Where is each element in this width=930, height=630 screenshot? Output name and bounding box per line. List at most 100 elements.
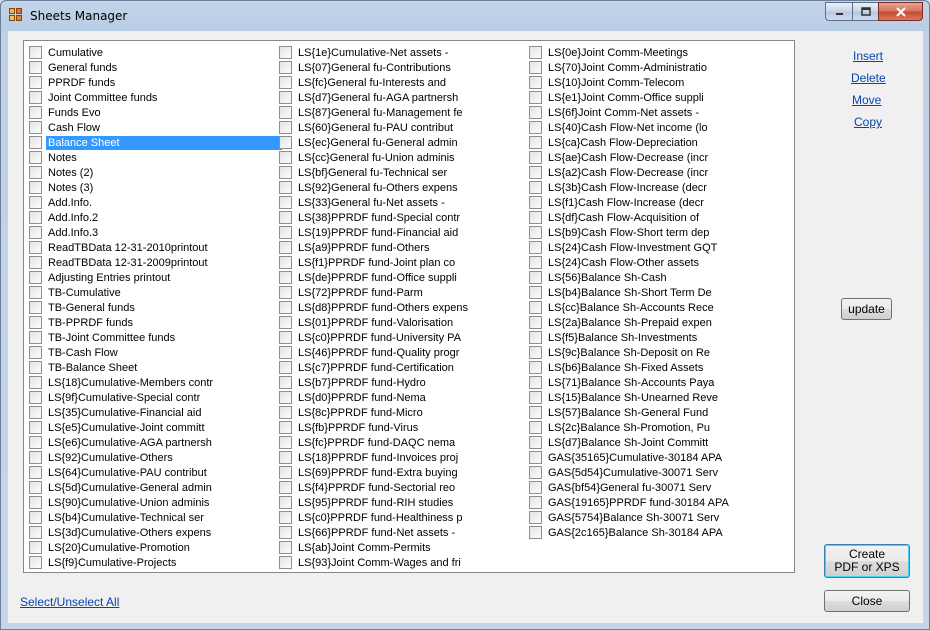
sheet-list-item[interactable]: LS{9f}Cumulative-Special contr (26, 390, 282, 405)
sheet-checkbox[interactable] (279, 241, 292, 254)
sheet-list-item[interactable]: LS{e5}Cumulative-Joint committ (26, 420, 282, 435)
sheet-list-item[interactable]: Add.Info. (26, 195, 282, 210)
sheet-checkbox[interactable] (529, 286, 542, 299)
sheet-list-item[interactable]: Funds Evo (26, 105, 282, 120)
sheet-checkbox[interactable] (29, 511, 42, 524)
sheet-checkbox[interactable] (279, 406, 292, 419)
sheet-list-item[interactable]: GAS{5754}Balance Sh-30071 Serv (526, 510, 731, 525)
sheet-checkbox[interactable] (529, 406, 542, 419)
sheet-list-item[interactable]: TB-Cash Flow (26, 345, 282, 360)
sheet-checkbox[interactable] (29, 301, 42, 314)
sheet-checkbox[interactable] (279, 511, 292, 524)
sheet-list-item[interactable]: ReadTBData 12-31-2009printout (26, 255, 282, 270)
sheet-checkbox[interactable] (279, 46, 292, 59)
sheet-checkbox[interactable] (279, 316, 292, 329)
sheet-checkbox[interactable] (529, 106, 542, 119)
sheet-checkbox[interactable] (279, 211, 292, 224)
move-link[interactable]: Move (852, 93, 881, 107)
sheet-checkbox[interactable] (29, 346, 42, 359)
select-unselect-all-link[interactable]: Select/Unselect All (20, 595, 119, 609)
sheet-list-item[interactable]: LS{b4}Balance Sh-Short Term De (526, 285, 731, 300)
sheet-checkbox[interactable] (29, 106, 42, 119)
sheet-list-item[interactable]: LS{b6}Balance Sh-Fixed Assets (526, 360, 731, 375)
sheet-checkbox[interactable] (29, 271, 42, 284)
sheet-list-item[interactable]: LS{c0}PPRDF fund-University PA (276, 330, 470, 345)
sheet-checkbox[interactable] (279, 271, 292, 284)
sheet-checkbox[interactable] (279, 136, 292, 149)
sheet-list-item[interactable]: LS{90}Cumulative-Union adminis (26, 495, 282, 510)
sheet-checkbox[interactable] (529, 226, 542, 239)
sheet-list-item[interactable]: LS{07}General fu-Contributions (276, 60, 470, 75)
sheet-checkbox[interactable] (29, 541, 42, 554)
sheet-list-item[interactable]: Notes (2) (26, 165, 282, 180)
sheet-checkbox[interactable] (529, 241, 542, 254)
sheet-checkbox[interactable] (529, 271, 542, 284)
sheet-list-item[interactable]: Add.Info.3 (26, 225, 282, 240)
sheet-list-item[interactable]: LS{15}Balance Sh-Unearned Reve (526, 390, 731, 405)
sheet-list-item[interactable]: LS{71}Balance Sh-Accounts Paya (526, 375, 731, 390)
create-pdf-button[interactable]: Create PDF or XPS (824, 544, 910, 578)
sheet-list-item[interactable]: LS{5d}Cumulative-General admin (26, 480, 282, 495)
delete-link[interactable]: Delete (851, 71, 886, 85)
sheet-list-item[interactable]: LS{fc}General fu-Interests and (276, 75, 470, 90)
sheet-list-item[interactable]: Notes (3) (26, 180, 282, 195)
close-button[interactable]: Close (824, 590, 910, 612)
sheet-list-item[interactable]: Add.Info.2 (26, 210, 282, 225)
sheet-list-item[interactable]: Joint Committee funds (26, 90, 282, 105)
sheet-list-item[interactable]: LS{ca}Cash Flow-Depreciation (526, 135, 731, 150)
sheet-checkbox[interactable] (529, 121, 542, 134)
sheet-checkbox[interactable] (29, 91, 42, 104)
sheet-list-item[interactable]: LS{46}PPRDF fund-Quality progr (276, 345, 470, 360)
close-window-button[interactable] (878, 2, 923, 21)
sheet-checkbox[interactable] (529, 376, 542, 389)
sheet-checkbox[interactable] (529, 316, 542, 329)
sheet-list-item[interactable]: LS{df}Cash Flow-Acquisition of (526, 210, 731, 225)
sheet-list-item[interactable]: LS{de}PPRDF fund-Office suppli (276, 270, 470, 285)
sheet-list-item[interactable]: PPRDF funds (26, 75, 282, 90)
sheet-list-item[interactable]: LS{f5}Balance Sh-Investments (526, 330, 731, 345)
sheet-list-item[interactable]: Notes (26, 150, 282, 165)
sheet-list-item[interactable]: LS{ab}Joint Comm-Permits (276, 540, 470, 555)
sheet-list-item[interactable]: LS{6f}Joint Comm-Net assets - (526, 105, 731, 120)
sheet-checkbox[interactable] (29, 466, 42, 479)
sheet-list-item[interactable]: LS{3b}Cash Flow-Increase (decr (526, 180, 731, 195)
sheet-checkbox[interactable] (279, 541, 292, 554)
sheet-list-item[interactable]: ReadTBData 12-31-2010printout (26, 240, 282, 255)
sheet-list-item[interactable]: LS{10}Joint Comm-Telecom (526, 75, 731, 90)
sheet-checkbox[interactable] (529, 151, 542, 164)
sheet-checkbox[interactable] (529, 91, 542, 104)
sheet-checkbox[interactable] (29, 181, 42, 194)
sheet-checkbox[interactable] (529, 301, 542, 314)
minimize-button[interactable] (825, 2, 852, 21)
sheet-list-item[interactable]: Cumulative (26, 45, 282, 60)
sheet-checkbox[interactable] (29, 496, 42, 509)
sheet-list-item[interactable]: LS{64}Cumulative-PAU contribut (26, 465, 282, 480)
sheet-list-item[interactable]: GAS{19165}PPRDF fund-30184 APA (526, 495, 731, 510)
sheet-list-item[interactable]: LS{fb}PPRDF fund-Virus (276, 420, 470, 435)
sheet-checkbox[interactable] (529, 391, 542, 404)
sheet-checkbox[interactable] (279, 106, 292, 119)
sheet-list-item[interactable]: LS{d0}PPRDF fund-Nema (276, 390, 470, 405)
sheet-list-item[interactable]: LS{69}PPRDF fund-Extra buying (276, 465, 470, 480)
sheet-checkbox[interactable] (279, 121, 292, 134)
sheet-list-item[interactable]: LS{87}General fu-Management fe (276, 105, 470, 120)
sheet-checkbox[interactable] (279, 286, 292, 299)
sheet-list-item[interactable]: LS{3d}Cumulative-Others expens (26, 525, 282, 540)
sheet-list-item[interactable]: LS{18}Cumulative-Members contr (26, 375, 282, 390)
sheet-list-item[interactable]: LS{cc}General fu-Union adminis (276, 150, 470, 165)
sheet-list-item[interactable]: LS{8c}PPRDF fund-Micro (276, 405, 470, 420)
sheet-list-item[interactable]: LS{93}Joint Comm-Wages and fri (276, 555, 470, 570)
sheet-checkbox[interactable] (529, 481, 542, 494)
sheet-checkbox[interactable] (279, 451, 292, 464)
sheet-list-item[interactable]: LS{1e}Cumulative-Net assets - (276, 45, 470, 60)
sheet-list-item[interactable]: LS{72}PPRDF fund-Parm (276, 285, 470, 300)
sheet-checkbox[interactable] (279, 166, 292, 179)
sheet-list-item[interactable]: Adjusting Entries printout (26, 270, 282, 285)
sheet-checkbox[interactable] (29, 151, 42, 164)
sheet-checkbox[interactable] (279, 76, 292, 89)
sheet-list-item[interactable]: TB-Cumulative (26, 285, 282, 300)
sheet-checkbox[interactable] (279, 346, 292, 359)
sheet-list-item[interactable]: TB-Balance Sheet (26, 360, 282, 375)
sheet-checkbox[interactable] (529, 451, 542, 464)
maximize-button[interactable] (852, 2, 878, 21)
